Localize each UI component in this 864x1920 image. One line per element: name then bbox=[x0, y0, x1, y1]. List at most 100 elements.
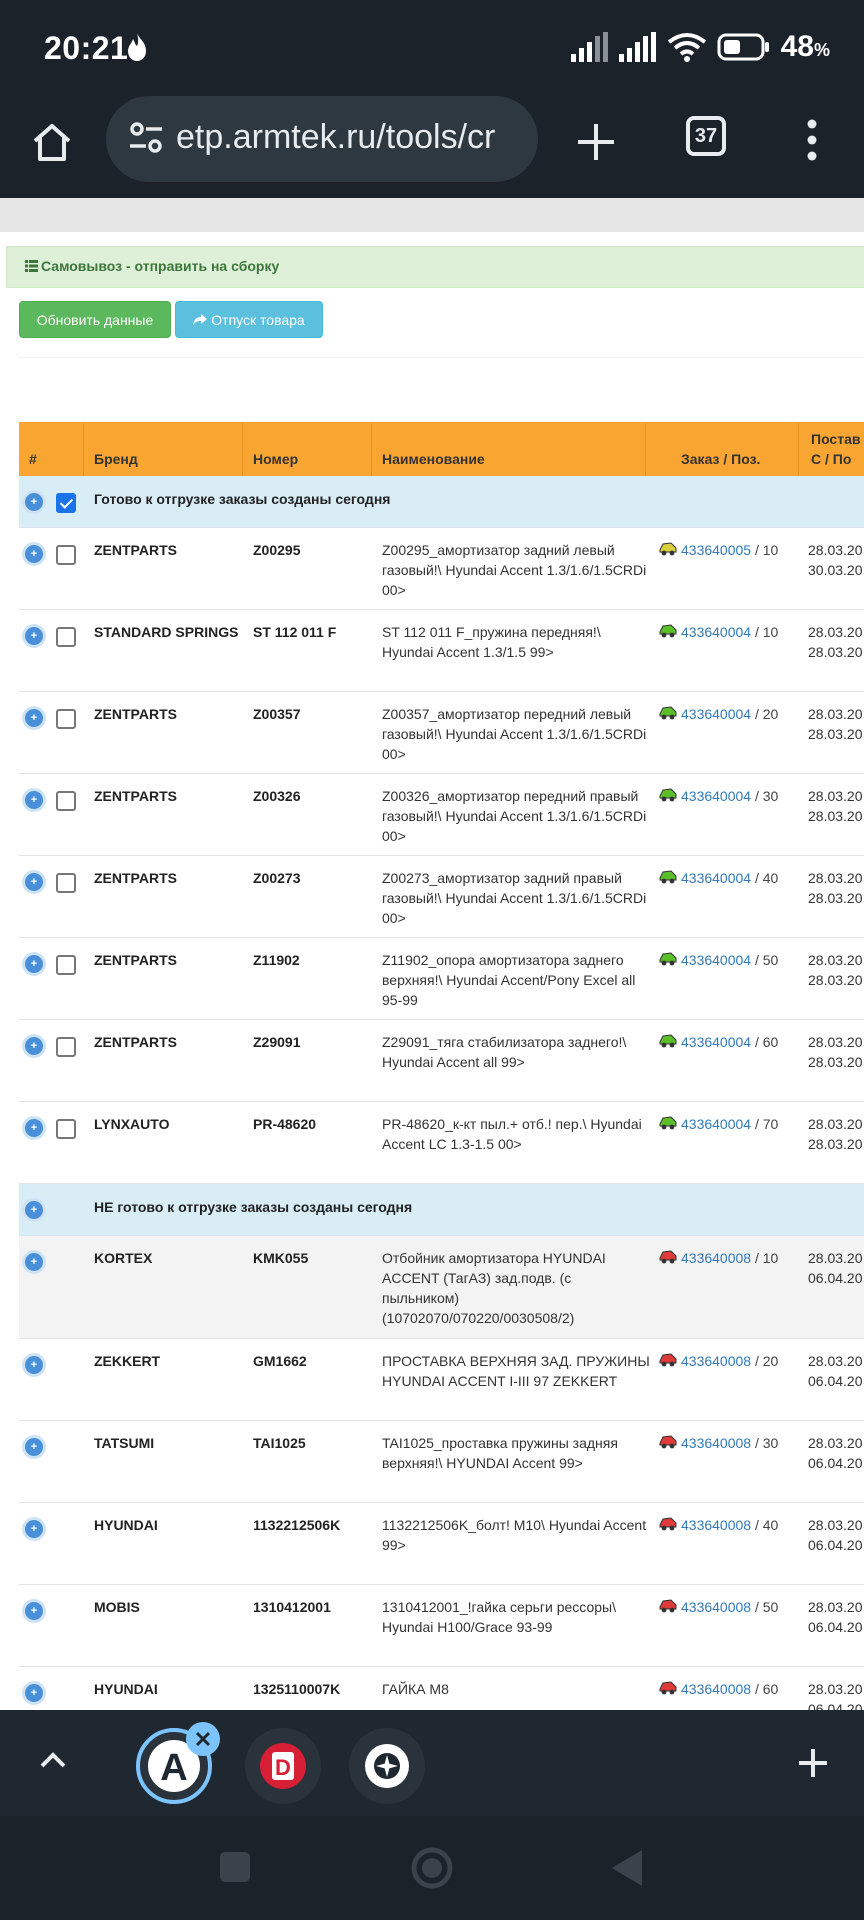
order-position: / 40 bbox=[751, 870, 779, 886]
url-text[interactable]: etp.armtek.ru/tools/cr bbox=[176, 118, 526, 157]
order-cell: 433640004 / 40 bbox=[659, 868, 819, 888]
row-checkbox[interactable] bbox=[56, 709, 76, 729]
row-checkbox[interactable] bbox=[56, 545, 76, 565]
address-bar[interactable]: etp.armtek.ru/tools/cr bbox=[106, 96, 538, 182]
svg-text:D: D bbox=[275, 1755, 291, 1780]
order-link[interactable]: 433640004 bbox=[681, 788, 751, 804]
delivery-dates-cell: 28.03.20 06.04.20 bbox=[808, 1248, 864, 1288]
site-settings-icon[interactable] bbox=[128, 120, 164, 156]
article-cell: 1132212506K bbox=[253, 1517, 341, 1533]
row-checkbox[interactable] bbox=[56, 627, 76, 647]
brand-cell: ZENTPARTS bbox=[94, 952, 177, 968]
expand-icon[interactable]: + bbox=[22, 1435, 46, 1459]
refresh-data-button[interactable]: Обновить данные bbox=[19, 301, 171, 338]
order-link[interactable]: 433640008 bbox=[681, 1517, 751, 1533]
order-link[interactable]: 433640008 bbox=[681, 1435, 751, 1451]
order-link[interactable]: 433640008 bbox=[681, 1250, 751, 1266]
expand-icon[interactable]: + bbox=[22, 1353, 46, 1377]
row-checkbox[interactable] bbox=[56, 873, 76, 893]
row-checkbox[interactable] bbox=[56, 955, 76, 975]
tab-switcher-button[interactable]: 37 bbox=[686, 116, 726, 156]
order-position: / 60 bbox=[751, 1034, 779, 1050]
expand-icon[interactable]: + bbox=[22, 1517, 46, 1541]
expand-icon[interactable]: + bbox=[22, 870, 46, 894]
order-link[interactable]: 433640004 bbox=[681, 870, 751, 886]
order-link[interactable]: 433640008 bbox=[681, 1353, 751, 1369]
expand-icon[interactable]: + bbox=[22, 1198, 46, 1222]
order-position: / 10 bbox=[751, 624, 779, 640]
order-link[interactable]: 433640004 bbox=[681, 706, 751, 722]
order-position: / 70 bbox=[751, 1116, 779, 1132]
delivery-date-to: 28.03.20 bbox=[808, 1136, 863, 1152]
expand-icon[interactable]: + bbox=[22, 1681, 46, 1705]
table-row[interactable]: + KORTEX KMK055 Отбойник амортизатора HYUND… bbox=[19, 1236, 864, 1339]
table-row[interactable]: + ZENTPARTS Z29091 Z29091_тяга стабилизатор… bbox=[19, 1020, 864, 1102]
group-row-not-ready[interactable]: + НЕ готово к отгрузке заказы созданы се… bbox=[19, 1184, 864, 1236]
expand-icon[interactable]: + bbox=[22, 1034, 46, 1058]
table-header: # Бренд Номер Наименование Заказ / Поз. … bbox=[19, 422, 864, 476]
chevron-up-icon[interactable] bbox=[36, 1744, 70, 1778]
expand-icon[interactable]: + bbox=[22, 490, 46, 514]
table-row[interactable]: + ZENTPARTS Z00295 Z00295_амортизатор задни… bbox=[19, 528, 864, 610]
col-name-header[interactable]: Наименование bbox=[371, 422, 645, 476]
col-delivery-header[interactable]: Постав С / По bbox=[798, 422, 864, 476]
brand-cell: HYUNDAI bbox=[94, 1517, 158, 1533]
table-row[interactable]: + HYUNDAI 1325110007K ГАЙКА М8 433640008 / 6… bbox=[19, 1667, 864, 1710]
home-nav-button[interactable] bbox=[410, 1846, 454, 1890]
expand-icon[interactable]: + bbox=[22, 624, 46, 648]
table-row[interactable]: + STANDARD SPRINGS ST 112 011 F ST 112 011 … bbox=[19, 610, 864, 692]
col-order-header[interactable]: Заказ / Поз. bbox=[645, 422, 798, 476]
order-cell: 433640004 / 50 bbox=[659, 950, 819, 970]
order-link[interactable]: 433640008 bbox=[681, 1681, 751, 1697]
battery-icon bbox=[717, 33, 769, 61]
svg-text:A: A bbox=[160, 1747, 187, 1789]
order-link[interactable]: 433640008 bbox=[681, 1599, 751, 1615]
col-brand-header[interactable]: Бренд bbox=[83, 422, 242, 476]
group-ready-checkbox[interactable] bbox=[56, 493, 76, 513]
order-link[interactable]: 433640004 bbox=[681, 624, 751, 640]
order-status-car-icon bbox=[659, 1116, 677, 1130]
order-cell: 433640004 / 70 bbox=[659, 1114, 819, 1134]
close-tab-button[interactable] bbox=[186, 1722, 220, 1756]
expand-icon[interactable]: + bbox=[22, 952, 46, 976]
col-num-header[interactable]: # bbox=[19, 422, 83, 476]
order-link[interactable]: 433640004 bbox=[681, 1034, 751, 1050]
table-row[interactable]: + MOBIS 1310412001 1310412001_!гайка серьги… bbox=[19, 1585, 864, 1667]
table-row[interactable]: + ZENTPARTS Z00273 Z00273_амортизатор задни… bbox=[19, 856, 864, 938]
row-checkbox[interactable] bbox=[56, 791, 76, 811]
table-row[interactable]: + HYUNDAI 1132212506K 1132212506K_болт! M10… bbox=[19, 1503, 864, 1585]
table-row[interactable]: + ZENTPARTS Z11902 Z11902_опора амортизатор… bbox=[19, 938, 864, 1020]
name-cell: 1132212506K_болт! M10\ Hyundai Accent 99… bbox=[382, 1517, 647, 1553]
new-tab-button[interactable] bbox=[570, 116, 622, 168]
row-checkbox[interactable] bbox=[56, 1119, 76, 1139]
table-row[interactable]: + TATSUMI TAI1025 TAI1025_проставка пружины… bbox=[19, 1421, 864, 1503]
col-article-header[interactable]: Номер bbox=[242, 422, 371, 476]
order-link[interactable]: 433640005 bbox=[681, 542, 751, 558]
group-row-ready[interactable]: + Готово к отгрузке заказы созданы сегод… bbox=[19, 476, 864, 528]
tab-d[interactable]: D bbox=[245, 1728, 321, 1804]
table-row[interactable]: + LYNXAUTO PR-48620 PR-48620_к-кт пыл.+ отб… bbox=[19, 1102, 864, 1184]
tab-compass[interactable] bbox=[349, 1728, 425, 1804]
release-goods-button[interactable]: Отпуск товара bbox=[175, 301, 323, 338]
expand-icon[interactable]: + bbox=[22, 788, 46, 812]
expand-icon[interactable]: + bbox=[22, 1599, 46, 1623]
recents-button[interactable] bbox=[218, 1850, 252, 1884]
delivery-date-from: 28.03.20 bbox=[808, 1599, 863, 1615]
home-button[interactable] bbox=[24, 114, 80, 170]
delivery-date-from: 28.03.20 bbox=[808, 1681, 863, 1697]
table-row[interactable]: + ZEKKERT GM1662 ПРОСТАВКА ВЕРХНЯЯ ЗАД. ПРУ… bbox=[19, 1339, 864, 1421]
plus-icon[interactable] bbox=[796, 1746, 830, 1780]
article-cell: Z29091 bbox=[253, 1034, 301, 1050]
row-checkbox[interactable] bbox=[56, 1037, 76, 1057]
order-link[interactable]: 433640004 bbox=[681, 952, 751, 968]
order-link[interactable]: 433640004 bbox=[681, 1116, 751, 1132]
expand-icon[interactable]: + bbox=[22, 1250, 46, 1274]
table-row[interactable]: + ZENTPARTS Z00326 Z00326_амортизатор перед… bbox=[19, 774, 864, 856]
order-status-car-icon bbox=[659, 1034, 677, 1048]
expand-icon[interactable]: + bbox=[22, 542, 46, 566]
back-button[interactable] bbox=[608, 1848, 644, 1888]
table-row[interactable]: + ZENTPARTS Z00357 Z00357_амортизатор перед… bbox=[19, 692, 864, 774]
expand-icon[interactable]: + bbox=[22, 1116, 46, 1140]
more-menu-icon[interactable] bbox=[800, 114, 824, 166]
expand-icon[interactable]: + bbox=[22, 706, 46, 730]
